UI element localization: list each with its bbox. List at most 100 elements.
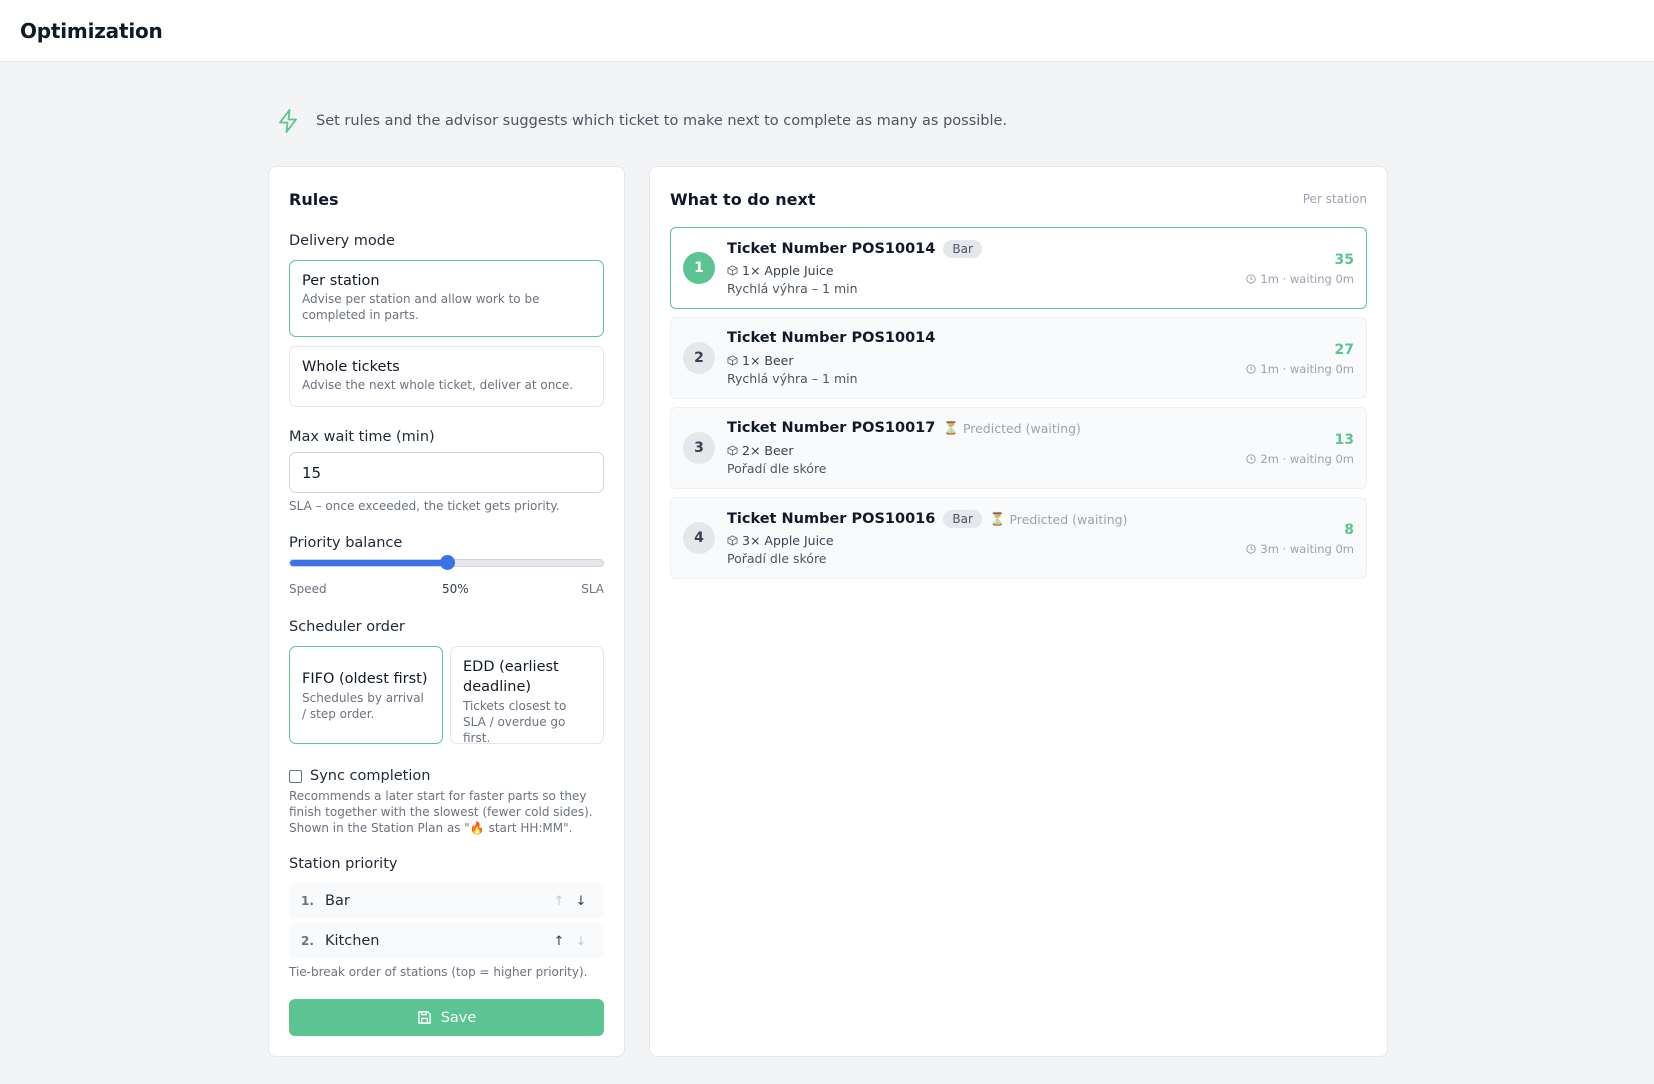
ticket-score: 13 [1334, 432, 1354, 448]
ticket-row[interactable]: 2 Ticket Number POS10014 1× Beer Rychlá … [670, 317, 1367, 399]
priority-value-label: 50% [442, 582, 469, 596]
ticket-reason: Pořadí dle skóre [727, 551, 827, 566]
priority-left-label: Speed [289, 582, 327, 596]
station-row-kitchen: 2. Kitchen ↑ ↓ [289, 923, 604, 959]
delivery-option-whole-tickets[interactable]: Whole tickets Advise the next whole tick… [289, 346, 604, 407]
ticket-item: 3× Apple Juice [727, 533, 834, 548]
sync-completion-help: Recommends a later start for faster part… [289, 789, 593, 835]
scheduler-option-title: EDD (earliest deadline) [463, 659, 559, 695]
ticket-reason: Rychlá výhra – 1 min [727, 371, 858, 386]
priority-balance-label: Priority balance [289, 535, 403, 551]
ticket-reason: Pořadí dle skóre [727, 461, 827, 476]
ticket-item: 2× Beer [727, 443, 794, 458]
box-icon [727, 445, 738, 456]
ticket-item-text: 3× Apple Juice [742, 533, 834, 548]
ticket-row[interactable]: 3 Ticket Number POS10017 ⏳ Predicted (wait… [670, 407, 1367, 489]
arrow-up-icon[interactable]: ↑ [548, 894, 570, 909]
ticket-meta-text: 1m · waiting 0m [1260, 362, 1354, 376]
station-priority-label: Station priority [289, 856, 398, 872]
ticket-meta-text: 1m · waiting 0m [1260, 272, 1354, 286]
ticket-title-row: Ticket Number POS10014 Bar [727, 240, 982, 258]
box-icon [727, 265, 738, 276]
box-icon [727, 535, 738, 546]
floppy-disk-icon [417, 1011, 431, 1024]
intro: Set rules and the advisor suggests which… [276, 108, 1007, 134]
max-wait-help: SLA – once exceeded, the ticket gets pri… [289, 499, 560, 513]
hourglass-icon: ⏳ [943, 420, 959, 435]
ticket-title: Ticket Number POS10017 [727, 420, 936, 436]
ticket-meta-text: 3m · waiting 0m [1260, 542, 1354, 556]
scheduler-option-desc: Tickets closest to SLA / overdue go firs… [463, 699, 567, 745]
priority-right-label: SLA [581, 582, 604, 596]
ticket-reason: Rychlá výhra – 1 min [727, 281, 858, 296]
ticket-row[interactable]: 4 Ticket Number POS10016 Bar ⏳ Predicted (w… [670, 497, 1367, 579]
predicted-status: ⏳ Predicted (waiting) [990, 511, 1128, 527]
station-row-bar: 1. Bar ↑ ↓ [289, 883, 604, 919]
scheduler-option-fifo[interactable]: FIFO (oldest first) Schedules by arrival… [289, 646, 443, 744]
station-badge: Bar [943, 240, 982, 258]
clock-icon [1246, 274, 1257, 284]
rules-title: Rules [289, 190, 339, 209]
scheduler-option-edd[interactable]: EDD (earliest deadline) Tickets closest … [450, 646, 604, 745]
arrow-down-icon[interactable]: ↓ [570, 894, 592, 909]
delivery-option-title: Per station [302, 273, 380, 289]
next-title: What to do next [670, 190, 816, 209]
slider-fill [290, 560, 447, 566]
scheduler-order-label: Scheduler order [289, 619, 405, 635]
lightning-icon [279, 109, 297, 133]
station-badge: Bar [943, 510, 982, 528]
station-index: 1. [301, 894, 314, 908]
delivery-option-per-station[interactable]: Per station Advise per station and allow… [289, 260, 604, 337]
page-title: Optimization [20, 18, 163, 43]
delivery-option-desc: Advise the next whole ticket, deliver at… [302, 378, 574, 392]
ticket-meta: 1m · waiting 0m [1246, 362, 1354, 376]
ticket-title: Ticket Number POS10014 [727, 241, 936, 257]
station-name: Kitchen [325, 933, 380, 949]
delivery-mode-label: Delivery mode [289, 233, 395, 249]
predicted-status: ⏳ Predicted (waiting) [943, 420, 1081, 436]
max-wait-label: Max wait time (min) [289, 429, 435, 445]
predicted-text: Predicted (waiting) [1009, 511, 1128, 527]
clock-icon [1246, 544, 1257, 554]
save-label: Save [440, 1009, 477, 1026]
top-bar: Optimization [0, 0, 1654, 62]
ticket-title: Ticket Number POS10016 [727, 511, 936, 527]
ticket-item-text: 1× Apple Juice [742, 263, 834, 278]
ticket-title-row: Ticket Number POS10016 Bar ⏳ Predicted (wai… [727, 510, 1127, 528]
box-icon [727, 355, 738, 366]
ticket-rank: 1 [683, 252, 715, 284]
arrow-down-icon[interactable]: ↓ [570, 934, 592, 949]
save-button[interactable]: Save [289, 999, 604, 1036]
scheduler-option-desc: Schedules by arrival / step order. [302, 691, 424, 721]
ticket-meta: 3m · waiting 0m [1246, 542, 1354, 556]
mode-tag: Per station [1302, 192, 1367, 206]
sync-completion[interactable]: Sync completion [289, 768, 430, 784]
sync-completion-label: Sync completion [310, 768, 431, 784]
ticket-title-row: Ticket Number POS10017 ⏳ Predicted (waitin… [727, 420, 1081, 436]
delivery-option-title: Whole tickets [302, 359, 400, 375]
ticket-score: 8 [1344, 522, 1354, 538]
ticket-rank: 2 [683, 342, 715, 374]
priority-balance-slider[interactable] [289, 555, 604, 570]
ticket-score: 27 [1334, 342, 1354, 358]
delivery-option-desc: Advise per station and allow work to be … [302, 292, 540, 322]
ticket-rank: 4 [683, 522, 715, 554]
arrow-up-icon[interactable]: ↑ [548, 934, 570, 949]
max-wait-input[interactable] [289, 452, 604, 493]
station-priority-help: Tie-break order of stations (top = highe… [289, 965, 588, 979]
hourglass-icon: ⏳ [989, 511, 1006, 526]
scheduler-option-title: FIFO (oldest first) [302, 671, 428, 687]
clock-icon [1246, 364, 1257, 374]
ticket-meta-text: 2m · waiting 0m [1260, 452, 1354, 466]
slider-handle[interactable] [439, 555, 455, 570]
sync-completion-checkbox[interactable] [289, 769, 302, 783]
station-name: Bar [325, 893, 350, 909]
next-card: What to do next Per station 1 Ticket Num… [649, 166, 1388, 1057]
ticket-title: Ticket Number POS10014 [727, 330, 936, 346]
ticket-score: 35 [1334, 252, 1354, 268]
clock-icon [1246, 454, 1257, 464]
ticket-row[interactable]: 1 Ticket Number POS10014 Bar 1× Apple Jui… [670, 227, 1367, 309]
station-index: 2. [301, 934, 314, 948]
predicted-text: Predicted (waiting) [962, 420, 1081, 436]
ticket-meta: 2m · waiting 0m [1246, 452, 1354, 466]
